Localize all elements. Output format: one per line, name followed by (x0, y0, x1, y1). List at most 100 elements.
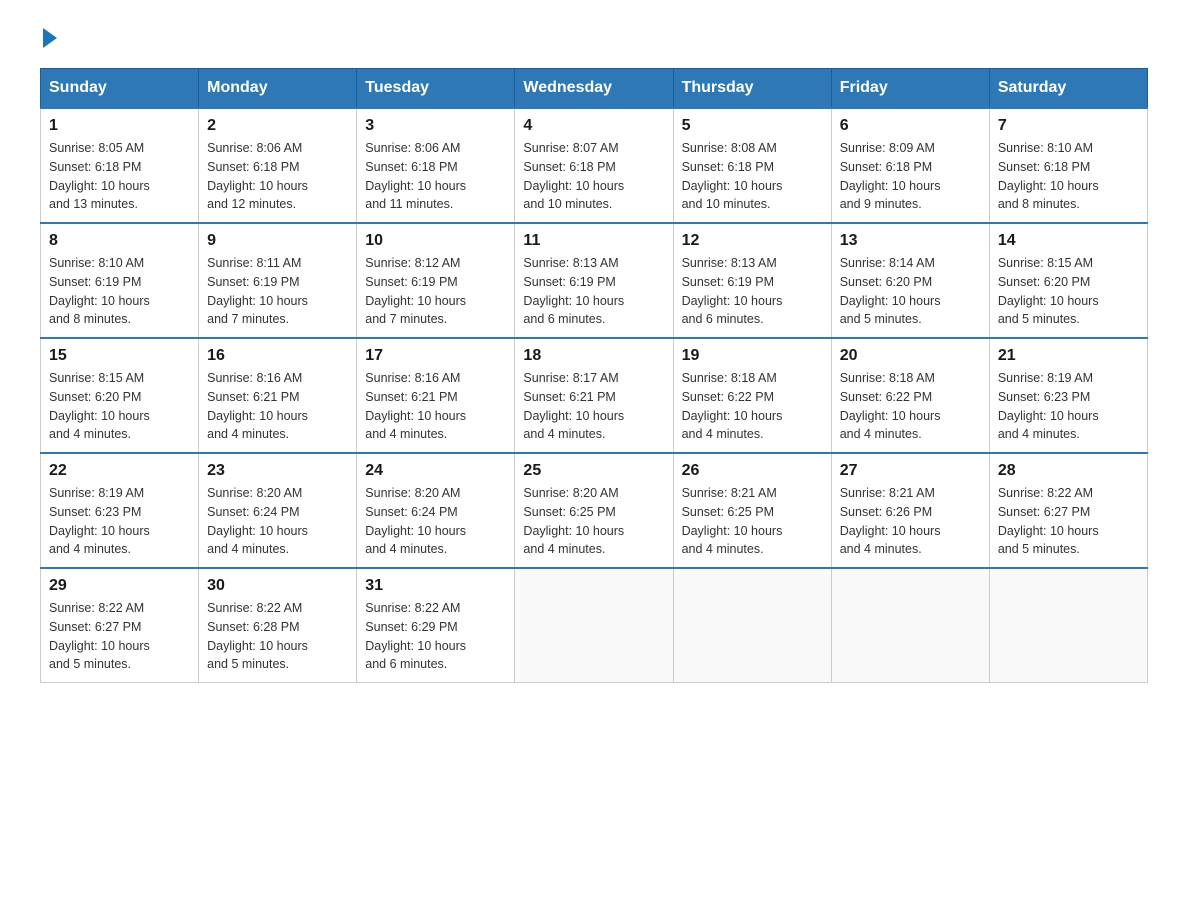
day-info: Sunrise: 8:15 AM Sunset: 6:20 PM Dayligh… (998, 254, 1139, 329)
day-info: Sunrise: 8:22 AM Sunset: 6:27 PM Dayligh… (49, 599, 190, 674)
column-header-friday: Friday (831, 69, 989, 109)
day-info: Sunrise: 8:22 AM Sunset: 6:28 PM Dayligh… (207, 599, 348, 674)
day-info: Sunrise: 8:19 AM Sunset: 6:23 PM Dayligh… (998, 369, 1139, 444)
column-header-sunday: Sunday (41, 69, 199, 109)
calendar-day-cell: 2 Sunrise: 8:06 AM Sunset: 6:18 PM Dayli… (199, 108, 357, 223)
column-header-tuesday: Tuesday (357, 69, 515, 109)
day-info: Sunrise: 8:22 AM Sunset: 6:29 PM Dayligh… (365, 599, 506, 674)
day-number: 11 (523, 232, 664, 250)
calendar-day-cell: 10 Sunrise: 8:12 AM Sunset: 6:19 PM Dayl… (357, 223, 515, 338)
day-info: Sunrise: 8:06 AM Sunset: 6:18 PM Dayligh… (207, 139, 348, 214)
day-info: Sunrise: 8:08 AM Sunset: 6:18 PM Dayligh… (682, 139, 823, 214)
day-number: 23 (207, 462, 348, 480)
day-number: 2 (207, 117, 348, 135)
calendar-day-cell: 16 Sunrise: 8:16 AM Sunset: 6:21 PM Dayl… (199, 338, 357, 453)
calendar-day-cell: 5 Sunrise: 8:08 AM Sunset: 6:18 PM Dayli… (673, 108, 831, 223)
calendar-day-cell: 18 Sunrise: 8:17 AM Sunset: 6:21 PM Dayl… (515, 338, 673, 453)
calendar-day-cell (989, 568, 1147, 683)
day-info: Sunrise: 8:16 AM Sunset: 6:21 PM Dayligh… (365, 369, 506, 444)
day-number: 31 (365, 577, 506, 595)
day-info: Sunrise: 8:10 AM Sunset: 6:19 PM Dayligh… (49, 254, 190, 329)
logo (40, 30, 57, 48)
calendar-day-cell: 4 Sunrise: 8:07 AM Sunset: 6:18 PM Dayli… (515, 108, 673, 223)
calendar-day-cell: 7 Sunrise: 8:10 AM Sunset: 6:18 PM Dayli… (989, 108, 1147, 223)
calendar-week-row: 15 Sunrise: 8:15 AM Sunset: 6:20 PM Dayl… (41, 338, 1148, 453)
column-header-saturday: Saturday (989, 69, 1147, 109)
day-info: Sunrise: 8:18 AM Sunset: 6:22 PM Dayligh… (682, 369, 823, 444)
calendar-day-cell: 17 Sunrise: 8:16 AM Sunset: 6:21 PM Dayl… (357, 338, 515, 453)
day-info: Sunrise: 8:17 AM Sunset: 6:21 PM Dayligh… (523, 369, 664, 444)
day-number: 7 (998, 117, 1139, 135)
calendar-table: SundayMondayTuesdayWednesdayThursdayFrid… (40, 68, 1148, 683)
page-header (40, 30, 1148, 48)
day-info: Sunrise: 8:13 AM Sunset: 6:19 PM Dayligh… (682, 254, 823, 329)
calendar-day-cell: 15 Sunrise: 8:15 AM Sunset: 6:20 PM Dayl… (41, 338, 199, 453)
calendar-day-cell: 8 Sunrise: 8:10 AM Sunset: 6:19 PM Dayli… (41, 223, 199, 338)
day-number: 28 (998, 462, 1139, 480)
calendar-day-cell: 24 Sunrise: 8:20 AM Sunset: 6:24 PM Dayl… (357, 453, 515, 568)
calendar-day-cell: 25 Sunrise: 8:20 AM Sunset: 6:25 PM Dayl… (515, 453, 673, 568)
calendar-day-cell (515, 568, 673, 683)
calendar-day-cell: 12 Sunrise: 8:13 AM Sunset: 6:19 PM Dayl… (673, 223, 831, 338)
calendar-day-cell: 23 Sunrise: 8:20 AM Sunset: 6:24 PM Dayl… (199, 453, 357, 568)
calendar-header-row: SundayMondayTuesdayWednesdayThursdayFrid… (41, 69, 1148, 109)
day-info: Sunrise: 8:14 AM Sunset: 6:20 PM Dayligh… (840, 254, 981, 329)
calendar-week-row: 1 Sunrise: 8:05 AM Sunset: 6:18 PM Dayli… (41, 108, 1148, 223)
calendar-day-cell: 26 Sunrise: 8:21 AM Sunset: 6:25 PM Dayl… (673, 453, 831, 568)
day-number: 21 (998, 347, 1139, 365)
day-info: Sunrise: 8:11 AM Sunset: 6:19 PM Dayligh… (207, 254, 348, 329)
calendar-day-cell: 19 Sunrise: 8:18 AM Sunset: 6:22 PM Dayl… (673, 338, 831, 453)
day-info: Sunrise: 8:07 AM Sunset: 6:18 PM Dayligh… (523, 139, 664, 214)
day-number: 17 (365, 347, 506, 365)
day-number: 10 (365, 232, 506, 250)
day-number: 13 (840, 232, 981, 250)
calendar-day-cell: 31 Sunrise: 8:22 AM Sunset: 6:29 PM Dayl… (357, 568, 515, 683)
day-number: 4 (523, 117, 664, 135)
calendar-day-cell: 1 Sunrise: 8:05 AM Sunset: 6:18 PM Dayli… (41, 108, 199, 223)
day-number: 3 (365, 117, 506, 135)
day-number: 9 (207, 232, 348, 250)
day-number: 29 (49, 577, 190, 595)
day-number: 26 (682, 462, 823, 480)
day-info: Sunrise: 8:20 AM Sunset: 6:24 PM Dayligh… (365, 484, 506, 559)
column-header-monday: Monday (199, 69, 357, 109)
day-info: Sunrise: 8:05 AM Sunset: 6:18 PM Dayligh… (49, 139, 190, 214)
day-number: 25 (523, 462, 664, 480)
calendar-day-cell: 22 Sunrise: 8:19 AM Sunset: 6:23 PM Dayl… (41, 453, 199, 568)
day-info: Sunrise: 8:20 AM Sunset: 6:24 PM Dayligh… (207, 484, 348, 559)
day-info: Sunrise: 8:06 AM Sunset: 6:18 PM Dayligh… (365, 139, 506, 214)
day-number: 16 (207, 347, 348, 365)
calendar-day-cell: 27 Sunrise: 8:21 AM Sunset: 6:26 PM Dayl… (831, 453, 989, 568)
calendar-week-row: 29 Sunrise: 8:22 AM Sunset: 6:27 PM Dayl… (41, 568, 1148, 683)
calendar-day-cell: 21 Sunrise: 8:19 AM Sunset: 6:23 PM Dayl… (989, 338, 1147, 453)
day-number: 12 (682, 232, 823, 250)
calendar-day-cell: 11 Sunrise: 8:13 AM Sunset: 6:19 PM Dayl… (515, 223, 673, 338)
day-info: Sunrise: 8:21 AM Sunset: 6:25 PM Dayligh… (682, 484, 823, 559)
day-number: 27 (840, 462, 981, 480)
calendar-day-cell: 14 Sunrise: 8:15 AM Sunset: 6:20 PM Dayl… (989, 223, 1147, 338)
calendar-day-cell: 29 Sunrise: 8:22 AM Sunset: 6:27 PM Dayl… (41, 568, 199, 683)
day-number: 19 (682, 347, 823, 365)
day-number: 6 (840, 117, 981, 135)
calendar-day-cell: 3 Sunrise: 8:06 AM Sunset: 6:18 PM Dayli… (357, 108, 515, 223)
column-header-thursday: Thursday (673, 69, 831, 109)
day-info: Sunrise: 8:15 AM Sunset: 6:20 PM Dayligh… (49, 369, 190, 444)
day-number: 20 (840, 347, 981, 365)
day-info: Sunrise: 8:12 AM Sunset: 6:19 PM Dayligh… (365, 254, 506, 329)
calendar-day-cell (831, 568, 989, 683)
column-header-wednesday: Wednesday (515, 69, 673, 109)
day-info: Sunrise: 8:10 AM Sunset: 6:18 PM Dayligh… (998, 139, 1139, 214)
calendar-day-cell: 20 Sunrise: 8:18 AM Sunset: 6:22 PM Dayl… (831, 338, 989, 453)
day-number: 18 (523, 347, 664, 365)
day-info: Sunrise: 8:20 AM Sunset: 6:25 PM Dayligh… (523, 484, 664, 559)
calendar-day-cell (673, 568, 831, 683)
day-number: 8 (49, 232, 190, 250)
day-info: Sunrise: 8:19 AM Sunset: 6:23 PM Dayligh… (49, 484, 190, 559)
day-info: Sunrise: 8:16 AM Sunset: 6:21 PM Dayligh… (207, 369, 348, 444)
calendar-day-cell: 9 Sunrise: 8:11 AM Sunset: 6:19 PM Dayli… (199, 223, 357, 338)
day-number: 5 (682, 117, 823, 135)
day-number: 22 (49, 462, 190, 480)
day-number: 14 (998, 232, 1139, 250)
day-info: Sunrise: 8:13 AM Sunset: 6:19 PM Dayligh… (523, 254, 664, 329)
day-info: Sunrise: 8:18 AM Sunset: 6:22 PM Dayligh… (840, 369, 981, 444)
